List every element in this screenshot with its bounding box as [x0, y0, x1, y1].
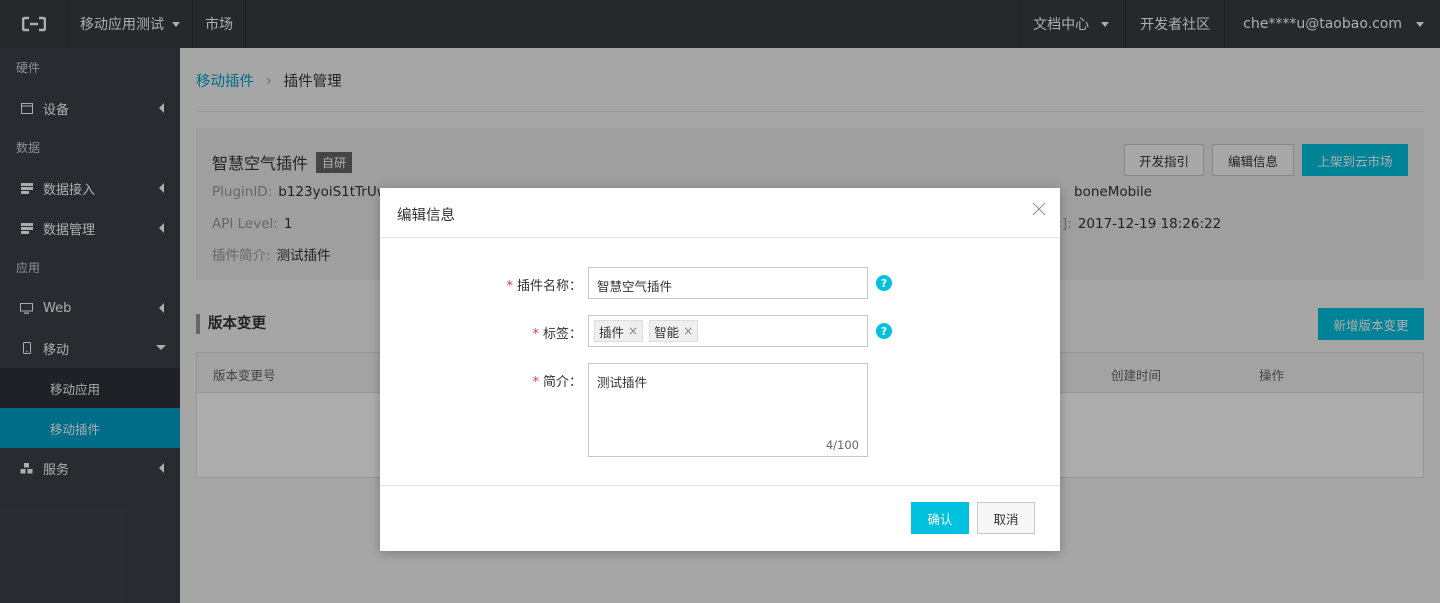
tag-label: 插件: [599, 324, 625, 340]
confirm-button[interactable]: 确认: [911, 502, 969, 534]
required-mark: *: [532, 327, 539, 342]
dialog-title: 编辑信息: [397, 208, 455, 224]
dialog-actions: 确认 取消: [911, 502, 1035, 534]
required-mark: *: [532, 375, 539, 390]
tag-chip: 插件 ×: [594, 320, 644, 342]
cancel-button[interactable]: 取消: [977, 502, 1035, 534]
tag-label: 智能: [654, 324, 680, 340]
intro-value: 测试插件: [597, 375, 648, 390]
name-label-text: 插件名称：: [516, 279, 582, 294]
tags-input[interactable]: 插件 × 智能 ×: [588, 315, 868, 347]
help-icon[interactable]: ?: [876, 275, 892, 291]
close-icon[interactable]: [1032, 202, 1048, 218]
tag-chip: 智能 ×: [649, 320, 699, 342]
intro-textarea[interactable]: 测试插件 4/100: [588, 363, 868, 457]
char-counter: 4/100: [825, 438, 859, 452]
help-icon[interactable]: ?: [876, 323, 892, 339]
dialog-header: 编辑信息: [380, 188, 1060, 238]
dialog-footer: 确认 取消: [380, 485, 1060, 551]
form-row-intro: * 简介： 测试插件 4/100: [380, 363, 1060, 457]
form-row-name: * 插件名称： 智慧空气插件 ?: [380, 267, 1060, 299]
tags-label-text: 标签：: [542, 327, 582, 342]
tag-remove-icon[interactable]: ×: [683, 324, 693, 338]
tag-remove-icon[interactable]: ×: [628, 324, 638, 338]
plugin-name-input[interactable]: 智慧空气插件: [588, 267, 868, 299]
tags-label: * 标签：: [532, 323, 582, 342]
form-row-tags: * 标签： 插件 × 智能 × ?: [380, 315, 1060, 347]
required-mark: *: [506, 279, 513, 294]
name-label: * 插件名称：: [506, 275, 582, 294]
plugin-name-value: 智慧空气插件: [597, 279, 673, 294]
edit-info-dialog: 编辑信息 * 插件名称： 智慧空气插件 ? * 标签： 插件 × 智能 × ? * 简…: [380, 188, 1060, 551]
intro-label-text: 简介：: [542, 375, 582, 390]
intro-label: * 简介：: [532, 371, 582, 390]
